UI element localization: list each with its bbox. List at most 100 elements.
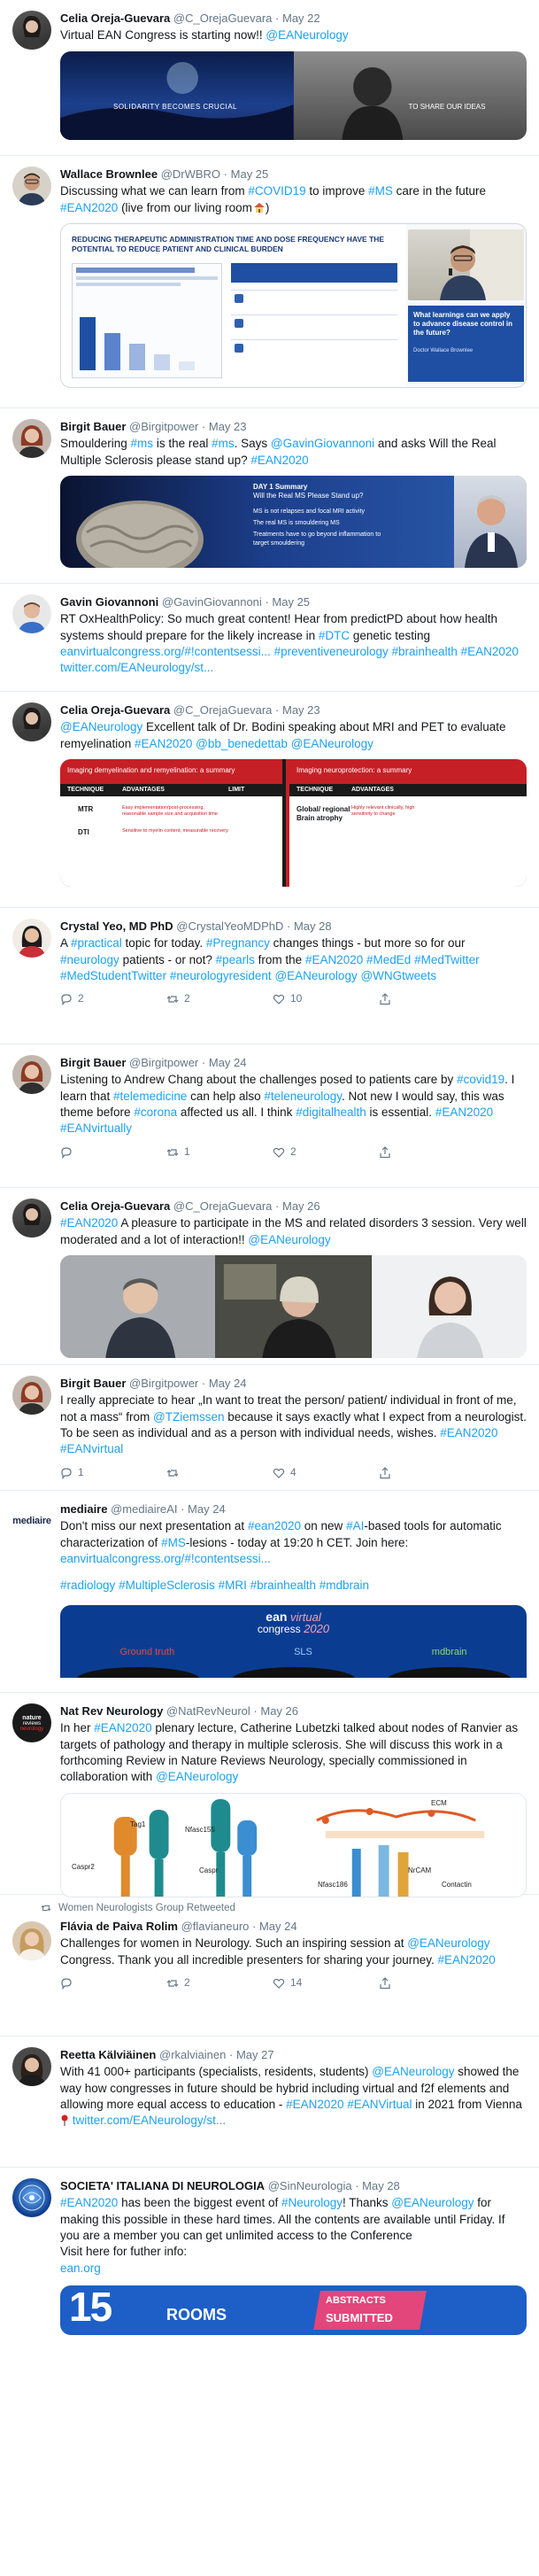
hashtag-link[interactable]: #EAN2020	[250, 454, 308, 467]
tweet-date[interactable]: May 27	[236, 2048, 274, 2061]
author-handle[interactable]: @C_OrejaGuevara	[173, 12, 272, 25]
tweet-image[interactable]: 15 ROOMS ABSTRACTS SUBMITTED	[60, 2285, 527, 2335]
hashtag-link[interactable]: #covid19	[457, 1073, 504, 1086]
share-button[interactable]	[379, 992, 441, 1006]
author-name[interactable]: Birgit Bauer	[60, 1056, 126, 1069]
avatar[interactable]	[12, 594, 51, 633]
url-link[interactable]: eanvirtualcongress.org/#!contentsessi...	[60, 1552, 271, 1565]
hashtag-link[interactable]: #COVID19	[248, 184, 305, 198]
share-button[interactable]	[379, 1145, 441, 1160]
hashtag-link[interactable]: #neurology	[60, 953, 119, 966]
avatar[interactable]	[12, 1055, 51, 1094]
avatar[interactable]	[12, 702, 51, 741]
like-button[interactable]: 2	[273, 1145, 335, 1160]
author-name[interactable]: Celia Oreja-Guevara	[60, 703, 170, 717]
avatar[interactable]	[12, 167, 51, 206]
avatar[interactable]	[12, 419, 51, 458]
hashtag-link[interactable]: #MedEd	[366, 953, 411, 966]
url-link[interactable]: ean.org	[60, 2262, 101, 2275]
tweet-date[interactable]: May 23	[209, 420, 247, 433]
tweet[interactable]: Celia Oreja-Guevara @C_OrejaGuevara · Ma…	[0, 0, 539, 156]
tweet[interactable]: SOCIETA' ITALIANA DI NEUROLOGIA @SinNeur…	[0, 2168, 539, 2350]
like-button[interactable]: 14	[273, 1976, 335, 1990]
hashtag-link[interactable]: #neurologyresident	[170, 969, 272, 982]
mention-link[interactable]: @bb_benedettab	[196, 737, 288, 750]
avatar[interactable]	[12, 919, 51, 958]
tweet-date[interactable]: May 23	[282, 703, 320, 717]
author-name[interactable]: Wallace Brownlee	[60, 167, 158, 181]
tweet-image[interactable]: SOLIDARITY BECOMES CRUCIAL TO SHARE OUR …	[60, 50, 527, 140]
hashtag-link[interactable]: #MRI	[219, 1579, 247, 1592]
hashtag-link[interactable]: #AI	[346, 1519, 364, 1532]
reply-button[interactable]: 1	[60, 1466, 122, 1480]
hashtag-link[interactable]: #ms	[212, 437, 235, 450]
mention-link[interactable]: @EANeurology	[266, 28, 348, 42]
avatar[interactable]	[12, 1376, 51, 1415]
like-button[interactable]: 10	[273, 992, 335, 1006]
hashtag-link[interactable]: #ean2020	[248, 1519, 301, 1532]
author-name[interactable]: Birgit Bauer	[60, 1377, 126, 1390]
hashtag-link[interactable]: #EAN2020	[305, 953, 363, 966]
hashtag-link[interactable]: #EAN2020	[94, 1721, 151, 1734]
author-name[interactable]: Gavin Giovannoni	[60, 595, 158, 609]
share-button[interactable]	[379, 1976, 441, 1990]
author-name[interactable]: mediaire	[60, 1502, 107, 1516]
author-handle[interactable]: @Birgitpower	[129, 420, 198, 433]
hashtag-link[interactable]: #digitalhealth	[296, 1106, 366, 1119]
retweet-button[interactable]: 1	[166, 1145, 228, 1160]
tweet-date[interactable]: May 24	[209, 1377, 247, 1390]
tweet-image[interactable]: ean virtual congress 2020 Ground truth S…	[60, 1604, 527, 1678]
hashtag-link[interactable]: #radiology	[60, 1579, 115, 1592]
tweet[interactable]: Birgit Bauer @Birgitpower · May 24 I rea…	[0, 1365, 539, 1491]
tweet[interactable]: Crystal Yeo, MD PhD @CrystalYeoMDPhD · M…	[0, 908, 539, 1044]
avatar[interactable]	[12, 1199, 51, 1238]
tweet-date[interactable]: May 25	[272, 595, 310, 609]
author-name[interactable]: Birgit Bauer	[60, 420, 126, 433]
tweet-image[interactable]: ECM Tag1 Nfasc155 Caspr2 Caspr Nfasc186 …	[60, 1792, 527, 1897]
mention-link[interactable]: @EANeurology	[372, 2065, 454, 2078]
hashtag-link[interactable]: #EAN2020	[435, 1106, 493, 1119]
author-handle[interactable]: @GavinGiovannoni	[162, 595, 262, 609]
hashtag-link[interactable]: #MultipleSclerosis	[119, 1579, 215, 1592]
tweet[interactable]: Women Neurologists Group Retweeted Flávi…	[0, 1895, 539, 2037]
hashtag-link[interactable]: #EAN2020	[437, 1953, 495, 1967]
hashtag-link[interactable]: #MedTwitter	[414, 953, 480, 966]
hashtag-link[interactable]: #EAN2020	[60, 201, 118, 214]
mention-link[interactable]: @WNGtweets	[360, 969, 436, 982]
tweet-date[interactable]: May 28	[294, 919, 332, 933]
share-button[interactable]	[379, 1466, 441, 1480]
tweet-date[interactable]: May 24	[209, 1056, 247, 1069]
tweet-date[interactable]: May 28	[362, 2179, 400, 2192]
tweet-date[interactable]: May 24	[188, 1502, 226, 1516]
hashtag-link[interactable]: #ms	[131, 437, 154, 450]
author-name[interactable]: Flávia de Paiva Rolim	[60, 1920, 178, 1933]
mention-link[interactable]: @TZiemssen	[153, 1410, 224, 1424]
mention-link[interactable]: @EANeurology	[291, 737, 373, 750]
url-link[interactable]: twitter.com/EANeurology/st...	[73, 2114, 226, 2127]
hashtag-link[interactable]: #EAN2020	[286, 2098, 343, 2111]
mention-link[interactable]: @EANeurology	[248, 1233, 330, 1246]
mention-link[interactable]: @EANeurology	[274, 969, 357, 982]
like-button[interactable]: 4	[273, 1466, 335, 1480]
tweet-image[interactable]: DAY 1 Summary Will the Real MS Please St…	[60, 475, 527, 568]
author-handle[interactable]: @flavianeuro	[181, 1920, 250, 1933]
hashtag-link[interactable]: #DTC	[319, 629, 350, 642]
author-handle[interactable]: @Birgitpower	[129, 1377, 198, 1390]
author-handle[interactable]: @C_OrejaGuevara	[173, 703, 272, 717]
hashtag-link[interactable]: #Neurology	[281, 2196, 343, 2209]
hashtag-link[interactable]: #EANVirtual	[347, 2098, 412, 2111]
avatar[interactable]	[12, 2178, 51, 2217]
avatar[interactable]: mediaire	[12, 1501, 51, 1540]
author-handle[interactable]: @CrystalYeoMDPhD	[176, 919, 283, 933]
avatar[interactable]	[12, 1921, 51, 1960]
author-name[interactable]: Nat Rev Neurology	[60, 1704, 163, 1718]
hashtag-link[interactable]: #preventiveneurology	[274, 645, 389, 658]
url-link[interactable]: eanvirtualcongress.org/#!contentsessi...	[60, 645, 271, 658]
hashtag-link[interactable]: #EAN2020	[135, 737, 192, 750]
author-handle[interactable]: @C_OrejaGuevara	[173, 1199, 272, 1213]
author-handle[interactable]: @SinNeurologia	[268, 2179, 352, 2192]
tweet-image[interactable]	[60, 1254, 527, 1358]
reply-button[interactable]	[60, 1976, 122, 1990]
tweet[interactable]: Gavin Giovannoni @GavinGiovannoni · May …	[0, 584, 539, 692]
tweet[interactable]: Celia Oreja-Guevara @C_OrejaGuevara · Ma…	[0, 1188, 539, 1365]
